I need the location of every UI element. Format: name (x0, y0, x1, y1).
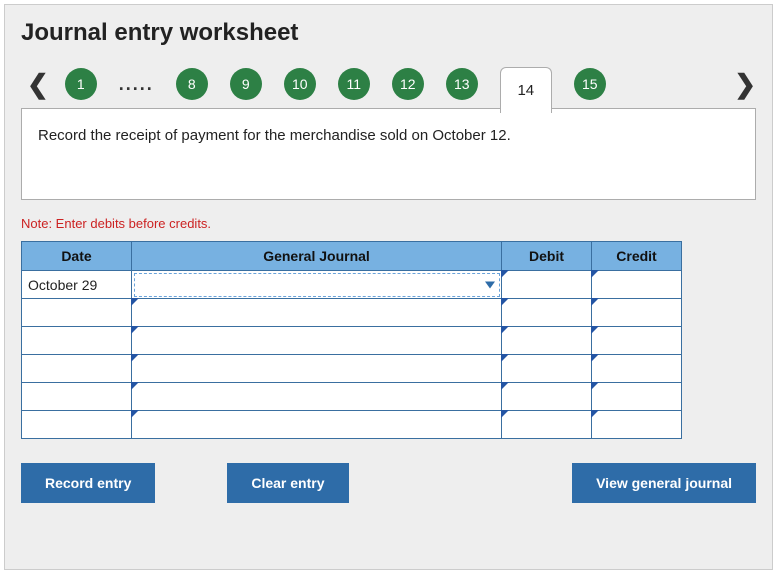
cell-handle-icon (131, 382, 139, 390)
next-step-chevron[interactable]: ❯ (728, 69, 762, 100)
page-title: Journal entry worksheet (21, 19, 756, 47)
table-row (22, 355, 682, 383)
step-13[interactable]: 13 (446, 68, 478, 100)
cell-handle-icon (501, 410, 509, 418)
cell-date[interactable]: October 29 (22, 271, 132, 299)
journal-table: Date General Journal Debit Credit Octobe… (21, 241, 682, 439)
cell-date[interactable] (22, 383, 132, 411)
cell-account[interactable] (132, 327, 502, 355)
record-entry-button[interactable]: Record entry (21, 463, 155, 503)
cell-handle-icon (501, 270, 509, 278)
clear-entry-button[interactable]: Clear entry (227, 463, 348, 503)
cell-handle-icon (131, 410, 139, 418)
prompt-box: Record the receipt of payment for the me… (21, 108, 756, 200)
step-12[interactable]: 12 (392, 68, 424, 100)
button-row: Record entry Clear entry View general jo… (21, 463, 756, 503)
cell-debit[interactable] (502, 355, 592, 383)
col-general-journal: General Journal (132, 242, 502, 271)
cell-date[interactable] (22, 355, 132, 383)
cell-credit[interactable] (592, 299, 682, 327)
cell-account[interactable] (132, 383, 502, 411)
worksheet-container: Journal entry worksheet ❮ 1 ..... 8 9 10… (4, 4, 773, 570)
cell-account[interactable] (132, 411, 502, 439)
cell-credit[interactable] (592, 411, 682, 439)
step-ellipsis: ..... (119, 74, 154, 95)
step-items: 1 ..... 8 9 10 11 12 13 14 15 (65, 61, 606, 107)
cell-handle-icon (131, 326, 139, 334)
cell-handle-icon (591, 326, 599, 334)
step-8[interactable]: 8 (176, 68, 208, 100)
table-row (22, 299, 682, 327)
cell-handle-icon (131, 298, 139, 306)
step-15[interactable]: 15 (574, 68, 606, 100)
col-debit: Debit (502, 242, 592, 271)
cell-handle-icon (501, 354, 509, 362)
cell-account[interactable] (132, 355, 502, 383)
view-general-journal-button[interactable]: View general journal (572, 463, 756, 503)
step-9[interactable]: 9 (230, 68, 262, 100)
table-row (22, 411, 682, 439)
cell-handle-icon (591, 382, 599, 390)
step-10[interactable]: 10 (284, 68, 316, 100)
cell-handle-icon (131, 354, 139, 362)
prev-step-chevron[interactable]: ❮ (21, 69, 55, 100)
cell-handle-icon (591, 298, 599, 306)
cell-handle-icon (591, 354, 599, 362)
step-navigation: ❮ 1 ..... 8 9 10 11 12 13 14 15 ❯ (21, 59, 756, 109)
step-14-active[interactable]: 14 (500, 67, 552, 113)
step-11[interactable]: 11 (338, 68, 370, 100)
cell-handle-icon (501, 326, 509, 334)
cell-debit[interactable] (502, 271, 592, 299)
col-credit: Credit (592, 242, 682, 271)
dropdown-caret-icon (485, 281, 495, 288)
col-date: Date (22, 242, 132, 271)
cell-credit[interactable] (592, 383, 682, 411)
note-text: Note: Enter debits before credits. (21, 216, 756, 231)
cell-account-dropdown[interactable] (132, 271, 502, 299)
table-row: October 29 (22, 271, 682, 299)
cell-date[interactable] (22, 299, 132, 327)
table-row (22, 383, 682, 411)
cell-debit[interactable] (502, 383, 592, 411)
cell-date[interactable] (22, 411, 132, 439)
cell-debit[interactable] (502, 411, 592, 439)
cell-debit[interactable] (502, 299, 592, 327)
cell-account[interactable] (132, 299, 502, 327)
cell-debit[interactable] (502, 327, 592, 355)
cell-date[interactable] (22, 327, 132, 355)
cell-handle-icon (591, 270, 599, 278)
table-row (22, 327, 682, 355)
cell-handle-icon (501, 298, 509, 306)
cell-credit[interactable] (592, 271, 682, 299)
cell-credit[interactable] (592, 355, 682, 383)
cell-handle-icon (501, 382, 509, 390)
journal-tbody: October 29 (22, 271, 682, 439)
step-1[interactable]: 1 (65, 68, 97, 100)
cell-date-text: October 29 (22, 273, 131, 297)
cell-handle-icon (591, 410, 599, 418)
cell-credit[interactable] (592, 327, 682, 355)
